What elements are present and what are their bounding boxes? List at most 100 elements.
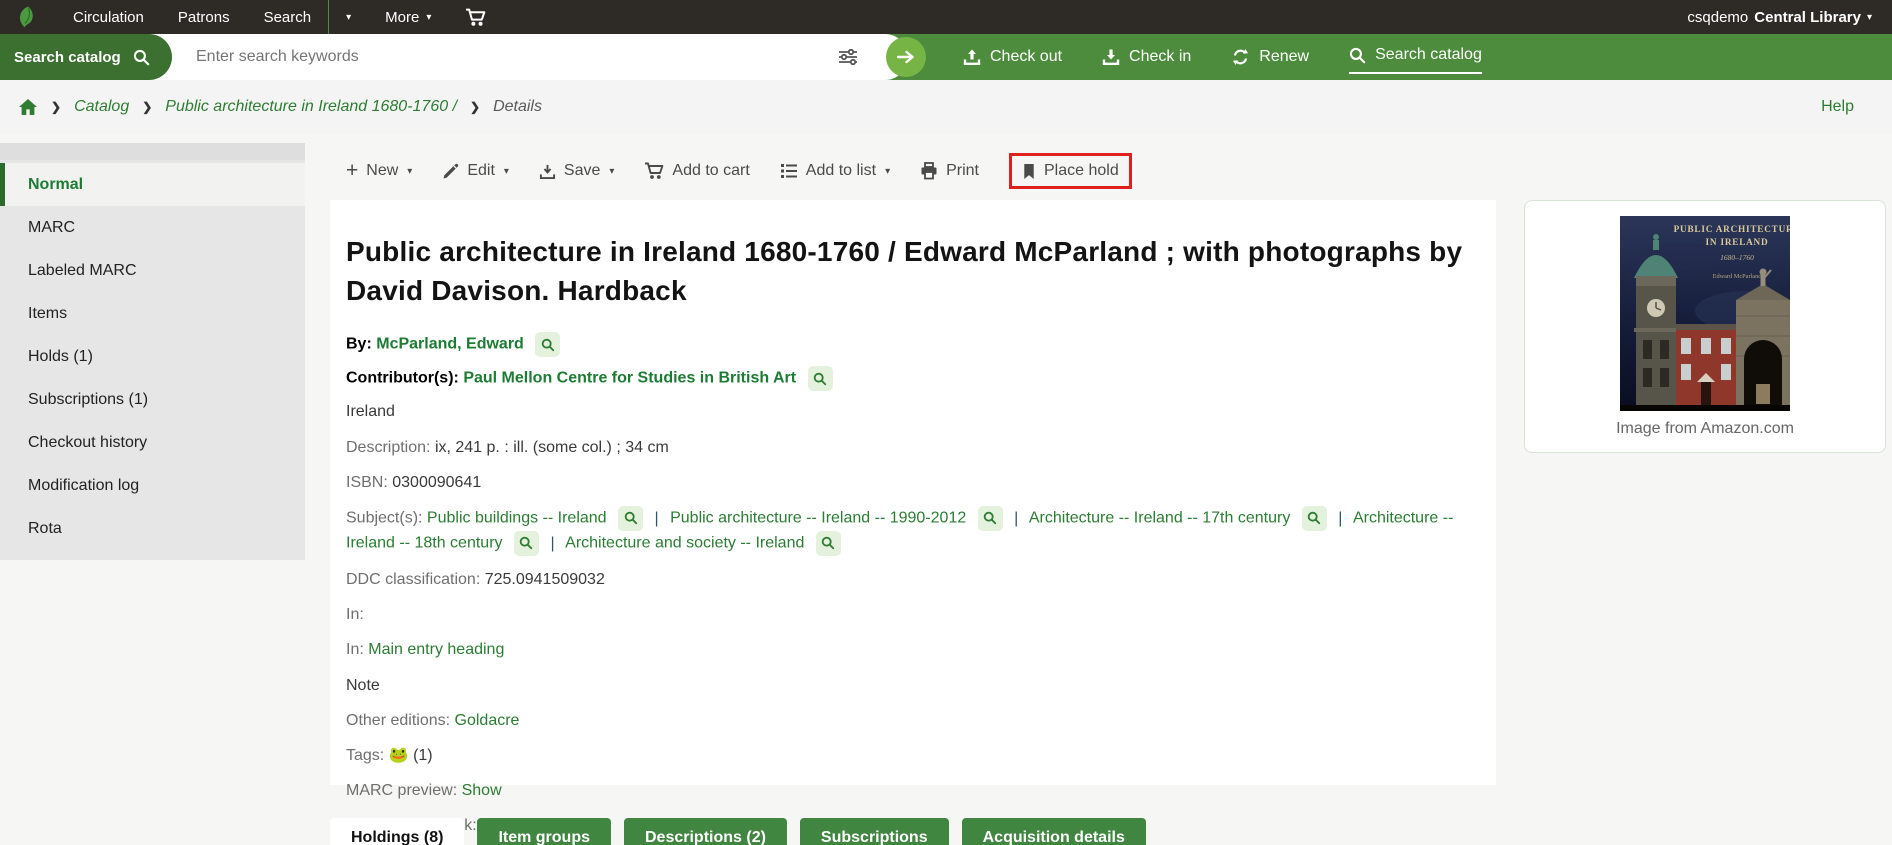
main-entry-heading-link[interactable]: Main entry heading (368, 641, 504, 658)
sidebar-item-subscriptions[interactable]: Subscriptions (1) (0, 378, 305, 421)
in-row: In: (346, 606, 364, 624)
koha-logo[interactable] (14, 4, 40, 30)
search-filters-icon[interactable] (838, 49, 858, 65)
tab-descriptions[interactable]: Descriptions (2) (624, 818, 787, 845)
chevron-down-icon: ▾ (426, 12, 432, 23)
sidebar-item-modification-log[interactable]: Modification log (0, 464, 305, 507)
subject-search-icon[interactable] (977, 505, 1003, 531)
save-button[interactable]: Save ▾ (539, 162, 615, 180)
new-button[interactable]: + New ▾ (346, 159, 413, 182)
help-link[interactable]: Help (1821, 98, 1854, 116)
tab-subscriptions[interactable]: Subscriptions (799, 818, 949, 845)
check-in-icon (1102, 49, 1120, 65)
breadcrumb-catalog-link[interactable]: Catalog (74, 98, 129, 116)
printer-icon (921, 162, 937, 180)
subject-search-icon[interactable] (618, 505, 644, 531)
cart-button[interactable] (448, 0, 503, 34)
contributor-link[interactable]: Paul Mellon Centre for Studies in Britis… (463, 370, 796, 387)
sidebar-item-marc[interactable]: MARC (0, 206, 305, 249)
cart-icon (466, 8, 486, 26)
tab-item-groups[interactable]: Item groups (477, 818, 611, 845)
sidebar-item-holds[interactable]: Holds (1) (0, 335, 305, 378)
subject-link[interactable]: Public buildings -- Ireland (427, 510, 607, 527)
subject-link[interactable]: Public architecture -- Ireland -- 1990-2… (670, 510, 966, 527)
chevron-down-icon: ▾ (346, 12, 352, 23)
ddc-row: DDC classification: 725.0941509032 (346, 570, 605, 588)
chevron-down-icon: ▾ (609, 166, 615, 177)
pencil-icon (443, 163, 459, 178)
tags-row: Tags: 🐸 (1) (346, 746, 433, 764)
author-search-icon[interactable] (535, 332, 561, 358)
sidebar-item-normal[interactable]: Normal (0, 163, 305, 206)
search-input[interactable] (196, 48, 832, 66)
marc-preview-show-link[interactable]: Show (462, 782, 502, 799)
plus-icon: + (346, 159, 359, 182)
subject-search-icon[interactable] (1301, 505, 1327, 531)
chevron-down-icon: ▾ (407, 166, 413, 177)
check-out-button[interactable]: Check out (963, 42, 1062, 72)
record-view-sidebar: Normal MARC Labeled MARC Items Holds (1)… (0, 143, 305, 560)
breadcrumb-separator: ❯ (470, 99, 481, 114)
nav-patrons[interactable]: Patrons (161, 0, 247, 34)
home-icon (19, 98, 37, 115)
print-button[interactable]: Print (920, 162, 979, 180)
search-submit-button[interactable] (886, 37, 926, 77)
sidebar-item-rota[interactable]: Rota (0, 507, 305, 550)
record-title: Public architecture in Ireland 1680-1760… (346, 236, 1463, 307)
sidebar-item-checkout-history[interactable]: Checkout history (0, 421, 305, 464)
record-fields: By: McParland, Edward Contributor(s): Pa… (346, 332, 1466, 845)
place-hold-button[interactable]: Place hold (1009, 153, 1132, 189)
book-cover-image[interactable]: PUBLIC ARCHITECTURE IN IRELAND 1680–1760… (1620, 215, 1790, 411)
record-toolbar: + New ▾ Edit ▾ Save ▾ Add to cart Add to… (346, 148, 1132, 194)
bookmark-icon (1024, 163, 1034, 179)
subject-search-icon[interactable] (513, 530, 539, 556)
tag-count: (1) (413, 746, 433, 764)
isbn-row: ISBN: 0300090641 (346, 473, 482, 491)
add-to-list-button[interactable]: Add to list ▾ (780, 162, 890, 180)
check-in-button[interactable]: Check in (1102, 42, 1191, 72)
sidebar-item-items[interactable]: Items (0, 292, 305, 335)
search-icon (1349, 47, 1366, 63)
subject-link[interactable]: Architecture and society -- Ireland (565, 535, 804, 552)
logged-in-user: csqdemo (1687, 8, 1749, 26)
svg-text:1680–1760: 1680–1760 (1720, 253, 1754, 262)
subjects-row: Subject(s): Public buildings -- Ireland … (346, 505, 1466, 556)
record-bottom-tabs: Holdings (8) Item groups Descriptions (2… (330, 818, 1146, 845)
tab-acquisition-details[interactable]: Acquisition details (961, 818, 1146, 845)
cover-caption: Image from Amazon.com (1616, 419, 1794, 437)
search-catalog-tab[interactable]: Search catalog (1349, 40, 1482, 74)
edit-button[interactable]: Edit ▾ (442, 162, 509, 180)
save-icon (539, 164, 555, 179)
other-editions-row: Other editions: Goldacre (346, 711, 520, 729)
author-row: By: McParland, Edward (346, 332, 1466, 358)
subject-link[interactable]: Architecture -- Ireland -- 17th century (1029, 510, 1290, 527)
nav-more[interactable]: More ▾ (368, 0, 448, 34)
contributor-search-icon[interactable] (807, 366, 833, 392)
tab-holdings[interactable]: Holdings (8) (330, 818, 465, 845)
add-to-cart-button[interactable]: Add to cart (644, 162, 750, 180)
breadcrumb-separator: ❯ (142, 99, 153, 114)
sidebar-item-labeled-marc[interactable]: Labeled MARC (0, 249, 305, 292)
breadcrumb-record-link[interactable]: Public architecture in Ireland 1680-1760… (165, 98, 457, 116)
nav-search[interactable]: Search (247, 0, 329, 34)
author-link[interactable]: McParland, Edward (376, 336, 524, 353)
user-library-menu[interactable]: csqdemo Central Library ▾ (1687, 9, 1892, 26)
svg-text:PUBLIC ARCHITECTURE: PUBLIC ARCHITECTURE (1674, 224, 1790, 234)
chevron-down-icon: ▾ (1866, 12, 1872, 23)
subject-search-icon[interactable] (815, 530, 841, 556)
top-navigation-bar: Circulation Patrons Search ▾ More ▾ csqde… (0, 0, 1892, 34)
nav-search-dropdown[interactable]: ▾ (329, 0, 368, 34)
marc-preview-row: MARC preview: Show (346, 782, 502, 800)
submit-arrow-icon (897, 50, 914, 64)
home-link[interactable] (18, 98, 38, 116)
breadcrumb-separator: ❯ (51, 99, 62, 114)
renew-button[interactable]: Renew (1231, 42, 1309, 72)
record-detail-panel: Public architecture in Ireland 1680-1760… (330, 200, 1496, 834)
nav-circulation[interactable]: Circulation (56, 0, 161, 34)
contributor-row: Contributor(s): Paul Mellon Centre for S… (346, 366, 1466, 392)
koha-leaf-icon (20, 6, 33, 28)
frog-tag-emoji[interactable]: 🐸 (389, 747, 409, 764)
renew-icon (1233, 49, 1249, 65)
in-main-entry-row: In: Main entry heading (346, 641, 505, 659)
other-editions-link[interactable]: Goldacre (455, 712, 520, 729)
